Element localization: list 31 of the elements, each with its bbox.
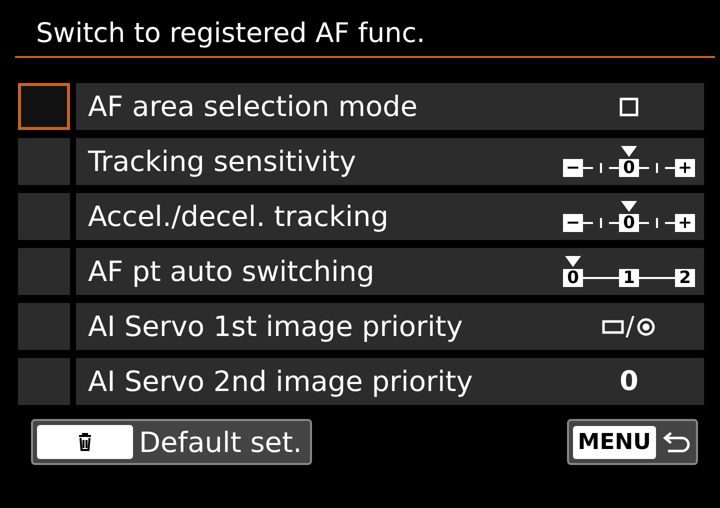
item-label: Tracking sensitivity [88,145,356,178]
screen-title: Switch to registered AF func. [35,17,426,51]
item-label: Accel./decel. tracking [88,200,389,233]
value-text: / [626,312,634,342]
square-icon [619,96,639,116]
checkbox[interactable] [18,83,70,130]
value-text: 0 [620,366,638,397]
menu-item[interactable]: Tracking sensitivity − 0 + [76,138,704,185]
checkbox[interactable] [18,248,70,295]
checkbox[interactable] [18,138,70,185]
scale-indicator: − 0 + [563,201,695,232]
menu-item[interactable]: AF area selection mode [76,83,704,130]
focus-ring-icon [636,316,656,336]
default-set-button[interactable]: Default set. [31,419,312,465]
trash-icon [77,432,93,452]
menu-item[interactable]: AF pt auto switching 0 1 2 [76,248,704,295]
scale-indicator: − 0 + [563,146,695,177]
menu-back-button[interactable]: MENU [566,419,698,465]
checkbox[interactable] [18,303,70,350]
item-label: AF area selection mode [88,90,418,123]
menu-item[interactable]: AI Servo 2nd image priority 0 [76,358,704,405]
checkbox[interactable] [18,358,70,405]
rectangle-icon [602,320,624,334]
item-label: AI Servo 1st image priority [88,310,463,343]
scale-indicator: 0 1 2 [563,256,695,287]
menu-item[interactable]: Accel./decel. tracking − 0 + [76,193,704,240]
checkbox[interactable] [18,193,70,240]
item-label: AF pt auto switching [88,255,374,288]
item-label: AI Servo 2nd image priority [88,365,473,398]
return-arrow-icon [662,430,692,454]
menu-item[interactable]: AI Servo 1st image priority / [76,303,704,350]
